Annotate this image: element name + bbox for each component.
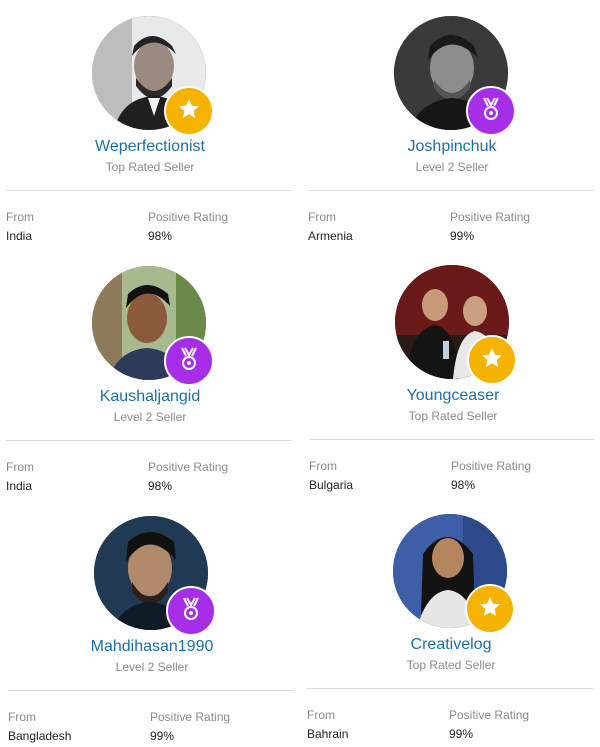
divider xyxy=(309,439,595,440)
avatar[interactable] xyxy=(94,516,216,636)
seller-name[interactable]: Weperfectionist xyxy=(6,138,294,156)
rating-value: 99% xyxy=(150,729,175,743)
divider xyxy=(6,190,292,191)
divider xyxy=(8,690,294,691)
seller-name[interactable]: Mahdihasan1990 xyxy=(8,638,296,656)
level-2-badge xyxy=(166,586,216,636)
positive-rating-label: Positive Rating xyxy=(449,708,530,722)
avatar[interactable] xyxy=(92,16,214,136)
rating-value: 99% xyxy=(449,727,474,741)
star-icon xyxy=(480,346,504,375)
seller-card[interactable]: Joshpinchuk Level 2 Seller From Positive… xyxy=(308,0,596,246)
from-label: From xyxy=(8,710,36,724)
positive-rating-label: Positive Rating xyxy=(148,210,229,224)
seller-name[interactable]: Kaushaljangid xyxy=(6,388,294,406)
from-label: From xyxy=(6,460,34,474)
from-label: From xyxy=(309,459,337,473)
divider xyxy=(307,688,593,689)
seller-level: Level 2 Seller xyxy=(115,660,189,674)
seller-card[interactable]: Youngceaser Top Rated Seller From Positi… xyxy=(309,249,597,495)
from-value: India xyxy=(6,229,33,243)
from-value: India xyxy=(6,479,33,493)
seller-level: Top Rated Seller xyxy=(105,160,195,174)
rating-value: 98% xyxy=(148,229,173,243)
seller-name[interactable]: Youngceaser xyxy=(309,387,597,405)
avatar[interactable] xyxy=(395,265,517,385)
star-icon xyxy=(478,595,502,624)
star-icon xyxy=(177,97,201,126)
seller-name[interactable]: Joshpinchuk xyxy=(308,138,596,156)
seller-card[interactable]: Weperfectionist Top Rated Seller From Po… xyxy=(6,0,294,246)
seller-level: Level 2 Seller xyxy=(113,410,187,424)
from-value: Bangladesh xyxy=(8,729,72,743)
avatar[interactable] xyxy=(393,514,515,634)
positive-rating-label: Positive Rating xyxy=(150,710,231,724)
seller-name[interactable]: Creativelog xyxy=(307,636,595,654)
positive-rating-label: Positive Rating xyxy=(148,460,229,474)
seller-card[interactable]: Creativelog Top Rated Seller From Positi… xyxy=(307,498,595,744)
top-rated-badge xyxy=(467,335,517,385)
seller-level: Top Rated Seller xyxy=(406,658,496,672)
from-label: From xyxy=(6,210,34,224)
level-2-badge xyxy=(164,336,214,386)
top-rated-badge xyxy=(164,86,214,136)
from-value: Bahrain xyxy=(307,727,349,741)
from-value: Armenia xyxy=(308,229,353,243)
avatar[interactable] xyxy=(92,266,214,386)
seller-card[interactable]: Kaushaljangid Level 2 Seller From Positi… xyxy=(6,250,294,496)
top-rated-badge xyxy=(465,584,515,634)
from-label: From xyxy=(308,210,336,224)
divider xyxy=(308,190,594,191)
from-value: Bulgaria xyxy=(309,478,354,492)
avatar[interactable] xyxy=(394,16,516,136)
from-label: From xyxy=(307,708,335,722)
medal-icon xyxy=(179,596,203,627)
rating-value: 98% xyxy=(451,478,476,492)
seller-card[interactable]: Mahdihasan1990 Level 2 Seller From Posit… xyxy=(8,500,296,746)
seller-level: Top Rated Seller xyxy=(408,409,498,423)
rating-value: 98% xyxy=(148,479,173,493)
positive-rating-label: Positive Rating xyxy=(451,459,532,473)
medal-icon xyxy=(479,96,503,127)
rating-value: 99% xyxy=(450,229,475,243)
divider xyxy=(6,440,292,441)
positive-rating-label: Positive Rating xyxy=(450,210,531,224)
medal-icon xyxy=(177,346,201,377)
level-2-badge xyxy=(466,86,516,136)
seller-level: Level 2 Seller xyxy=(415,160,489,174)
